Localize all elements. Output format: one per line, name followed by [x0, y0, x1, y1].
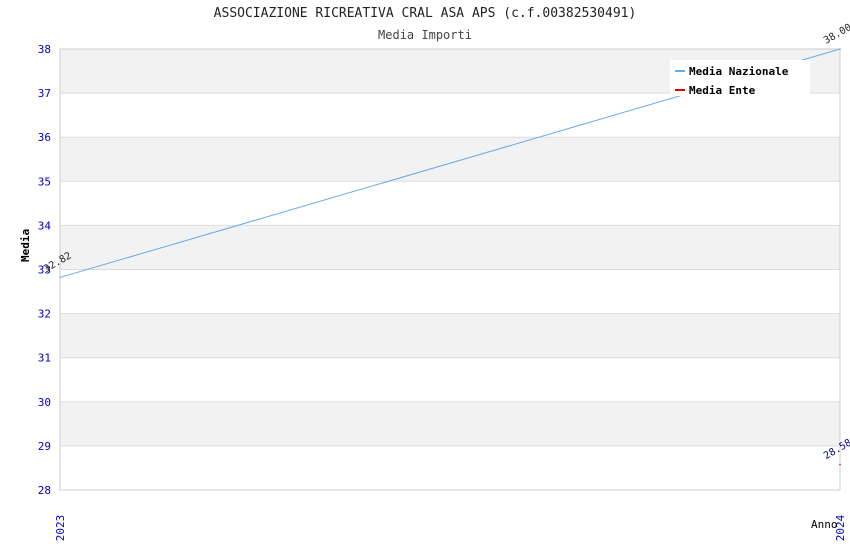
y-tick-label: 32: [38, 308, 51, 321]
legend-item-media-ente: Media Ente: [670, 82, 755, 98]
y-tick-label: 35: [38, 175, 51, 188]
legend-label-media-nazionale: Media Nazionale: [689, 64, 789, 78]
data-point: [59, 276, 61, 279]
legend-item-media-nazionale: Media Nazionale: [670, 63, 788, 79]
legend-label-media-ente: Media Ente: [689, 83, 756, 97]
grid-band: [60, 225, 840, 270]
data-label: 38.00: [822, 22, 850, 47]
x-tick-label: 2023: [54, 515, 67, 542]
y-tick-label: 29: [38, 440, 51, 453]
legend-swatch-media-nazionale: [675, 70, 685, 72]
y-tick-label: 28: [38, 484, 51, 497]
grid-band: [60, 357, 840, 402]
legend: Media Nazionale Media Ente: [670, 60, 810, 98]
y-tick-label: 37: [38, 87, 51, 100]
grid-band: [60, 93, 840, 138]
grid-band: [60, 313, 840, 358]
y-tick-label: 30: [38, 396, 51, 409]
grid-band: [60, 181, 840, 226]
y-tick-label: 36: [38, 131, 51, 144]
grid-band: [60, 401, 840, 446]
y-axis-label: Media: [19, 228, 32, 262]
x-axis-label: Anno: [811, 518, 838, 531]
legend-swatch-media-ente: [675, 89, 685, 91]
grid-band: [60, 445, 840, 490]
y-tick-label: 34: [38, 219, 52, 232]
data-point: [839, 48, 841, 50]
y-tick-label: 31: [38, 352, 51, 365]
data-point: [839, 463, 841, 466]
grid-band: [60, 269, 840, 314]
chart: ASSOCIAZIONE RICREATIVA CRAL ASA APS (c.…: [0, 0, 850, 550]
y-tick-label: 38: [38, 43, 51, 56]
grid-band: [60, 137, 840, 182]
